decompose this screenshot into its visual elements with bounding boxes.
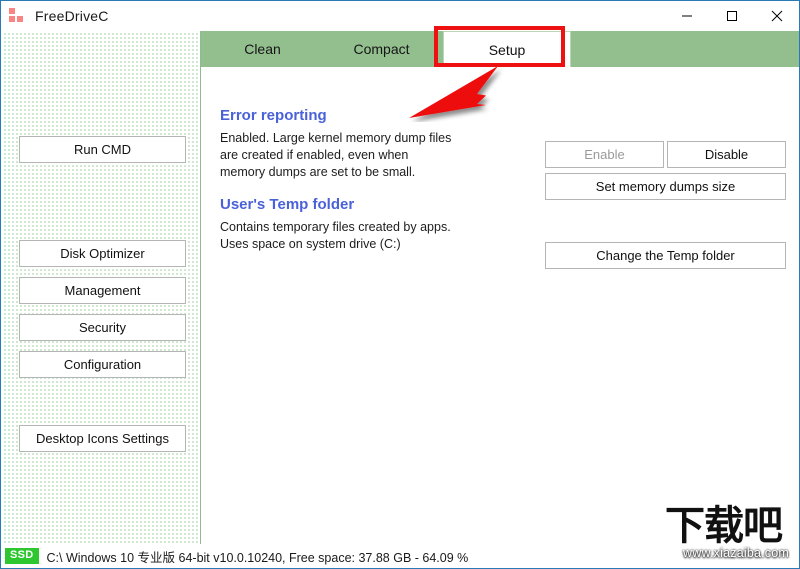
tab-setup[interactable]: Setup [443,31,571,67]
sidebar-item-run-cmd[interactable]: Run CMD [19,136,186,163]
change-temp-folder-button[interactable]: Change the Temp folder [545,242,786,269]
tab-clean[interactable]: Clean [205,31,320,67]
status-text: C:\ Windows 10 专业版 64-bit v10.0.10240, F… [46,550,469,565]
status-bar: SSD C:\ Windows 10 专业版 64-bit v10.0.1024… [2,544,799,567]
setup-panel-body: Error reporting Enabled. Large kernel me… [201,67,799,546]
sidebar-item-configuration[interactable]: Configuration [19,351,186,378]
title-bar: FreeDriveC [1,1,799,31]
content-panel: Clean Compact Setup Error reporting Enab… [200,31,799,547]
enable-button[interactable]: Enable [545,141,664,168]
tab-compact[interactable]: Compact [324,31,439,67]
set-memory-dumps-size-button[interactable]: Set memory dumps size [545,173,786,200]
sidebar-item-management[interactable]: Management [19,277,186,304]
app-tiles-icon [9,8,25,24]
sidebar-item-security[interactable]: Security [19,314,186,341]
ssd-badge: SSD [5,548,39,564]
sidebar: Run CMD Disk Optimizer Management Securi… [2,31,200,547]
disable-button[interactable]: Disable [667,141,786,168]
application-window: FreeDriveC Run CMD Disk Optimizer Manage… [0,0,800,569]
section-title-users-temp-folder: User's Temp folder [220,196,355,213]
window-controls [664,1,799,31]
section-title-error-reporting: Error reporting [220,107,327,124]
tab-bar: Clean Compact Setup [201,31,799,67]
close-icon[interactable] [754,1,799,31]
window-title: FreeDriveC [35,8,109,24]
section-description-error-reporting: Enabled. Large kernel memory dump files … [220,131,452,179]
maximize-icon[interactable] [709,1,754,31]
sidebar-item-desktop-icons-settings[interactable]: Desktop Icons Settings [19,425,186,452]
sidebar-item-disk-optimizer[interactable]: Disk Optimizer [19,240,186,267]
section-description-users-temp-folder: Contains temporary files created by apps… [220,220,451,251]
minimize-icon[interactable] [664,1,709,31]
